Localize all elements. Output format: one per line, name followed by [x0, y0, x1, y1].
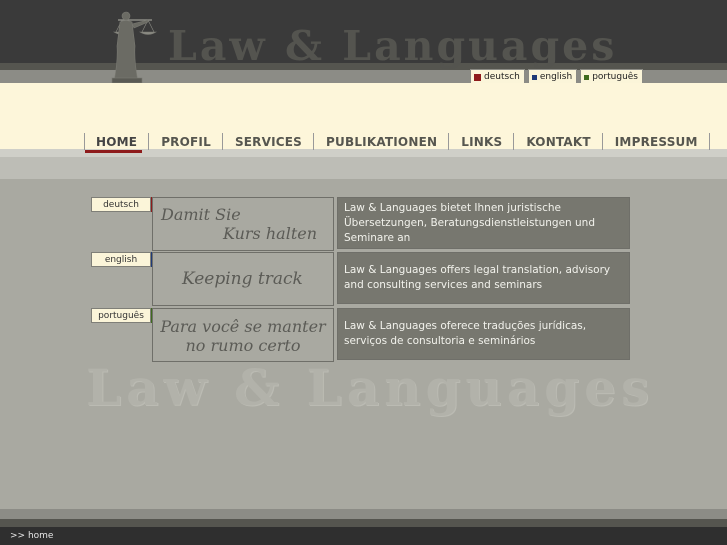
description-deutsch[interactable]: Law & Languages bietet Ihnen juristische… [337, 197, 630, 249]
description-english[interactable]: Law & Languages offers legal translation… [337, 252, 630, 304]
brand-title: Law & Languages [168, 22, 618, 70]
lang-tab-label: deutsch [484, 72, 520, 82]
square-icon [584, 74, 590, 80]
nav-item-impressum[interactable]: IMPRESSUM [603, 133, 710, 150]
description-portugues[interactable]: Law & Languages oferece traduções jurídi… [337, 308, 630, 360]
nav-item-services[interactable]: SERVICES [223, 133, 315, 150]
breadcrumb[interactable]: >> home [10, 531, 53, 541]
footer-strip [0, 519, 727, 527]
footer-bar: >> home [0, 527, 727, 545]
slogan-line-1: Keeping track [182, 269, 303, 289]
description-text: Law & Languages offers legal translation… [344, 264, 611, 291]
main-nav: HOME PROFIL SERVICES PUBLIKATIONEN LINKS… [84, 133, 710, 150]
lang-tab-label: english [539, 72, 573, 82]
slogan-line-1: Para você se manter [160, 317, 326, 336]
section-label-english[interactable]: english [91, 252, 154, 267]
slogan-line-2: no rumo certo [185, 336, 301, 355]
watermark-text: Law & Languages [86, 358, 655, 417]
nav-item-kontakt[interactable]: KONTAKT [514, 133, 603, 150]
slogan-line-1: Damit Sie [161, 205, 241, 224]
section-label-portugues[interactable]: português [91, 308, 154, 323]
square-icon [474, 73, 482, 81]
slogan-english[interactable]: Keeping track [152, 252, 334, 306]
active-nav-underline [85, 150, 142, 153]
nav-item-links[interactable]: LINKS [449, 133, 515, 150]
lang-tab-portugues[interactable]: português [580, 69, 643, 84]
slogan-portugues[interactable]: Para você se manter no rumo certo [152, 308, 334, 362]
lang-tab-english[interactable]: english [527, 69, 578, 84]
section-label-text: english [104, 254, 138, 265]
description-text: Law & Languages bietet Ihnen juristische… [344, 201, 595, 244]
section-label-text: português [98, 310, 144, 321]
description-text: Law & Languages oferece traduções jurídi… [344, 320, 587, 347]
language-switcher: deutsch english português [470, 69, 643, 84]
nav-item-publikationen[interactable]: PUBLIKATIONEN [314, 133, 450, 150]
slogan-deutsch[interactable]: Damit Sie Kurs halten [152, 197, 334, 251]
divider-band-dark [0, 157, 727, 179]
justitia-statue-icon [111, 11, 158, 84]
nav-item-home[interactable]: HOME [84, 133, 150, 150]
slogan-line-2: Kurs halten [223, 224, 318, 243]
footer-strip-light [0, 509, 727, 519]
nav-item-profil[interactable]: PROFIL [149, 133, 223, 150]
square-icon [531, 74, 537, 80]
lang-tab-label: português [592, 72, 638, 82]
section-label-deutsch[interactable]: deutsch [91, 197, 154, 212]
lang-tab-deutsch[interactable]: deutsch [470, 69, 525, 84]
section-label-text: deutsch [103, 199, 139, 210]
